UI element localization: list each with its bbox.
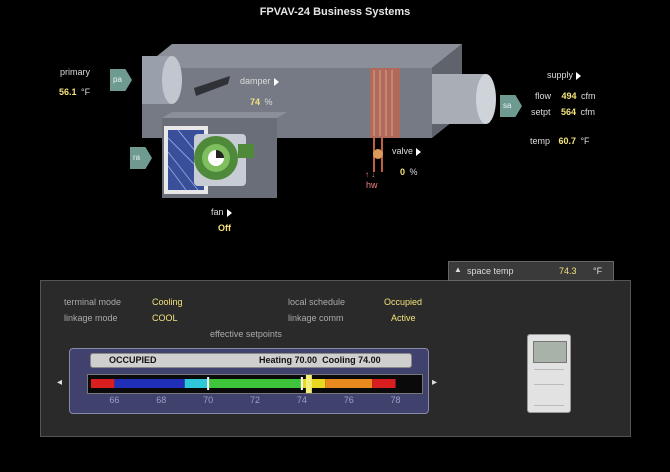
fan-status: Off [218,223,231,233]
vav-box-graphic [142,44,496,198]
flow-unit: cfm [580,91,596,101]
scale-band-3 [208,379,302,388]
supply-temp-value: 60.7 [558,136,576,146]
primary-temp-unit: °F [80,87,91,97]
damper-arrow-icon [273,77,279,86]
scale-right-arrow-icon[interactable]: ▸ [432,377,437,388]
damper-readout: 74 % [250,92,272,110]
scale-tick-78: 78 [390,395,401,405]
supply-temp-label: temp [530,136,551,146]
local-schedule-label: local schedule [288,297,346,307]
valve-arrow-icon [416,147,422,156]
scale-band-0 [91,379,115,388]
heating-value: 70.00 [294,355,318,365]
sa-tag: sa [500,95,522,117]
scale-tick-70: 70 [203,395,214,405]
space-temp-bar: ▲ space temp 74.3 °F [448,261,614,281]
supply-setpt: setpt 564 cfm [531,102,595,120]
heating-setpoint-marker [207,377,210,390]
damper-label: damper [240,76,271,86]
flow-label: flow [535,91,552,101]
occupancy-status: OCCUPIED [109,355,157,365]
thermostat-display [533,341,567,363]
valve-readout: 0 % [400,162,417,180]
fan-link[interactable]: fan [211,207,232,217]
hw-label: hw [366,180,378,190]
scale-left-arrow-icon[interactable]: ◂ [57,377,62,388]
damper-value: 74 [250,97,261,107]
fan-arrow-icon [226,208,232,217]
scale-tick-66: 66 [109,395,120,405]
current-temp-marker [305,375,312,393]
local-schedule-value: Occupied [384,297,423,307]
primary-readout: 56.1 °F [59,82,90,100]
thermostat-image[interactable] [527,334,571,413]
scale-band-2 [184,379,209,388]
linkage-mode-label: linkage mode [64,313,118,323]
supply-temp: temp 60.7 °F [530,131,590,149]
thermostat-buttons-lower [534,389,564,406]
setpt-value: 564 [560,107,576,117]
damper-link[interactable]: damper [240,76,279,86]
supply-label: supply [547,70,574,80]
occupancy-bar: OCCUPIED Heating 70.00 Cooling 74.00 [90,353,412,368]
thermostat-buttons [534,369,564,385]
space-temp-label: space temp [467,266,514,276]
hw-arrows-icon: ↑ ↓ [365,170,376,179]
scale-band-6 [372,379,396,388]
scale-band-4 [301,379,326,388]
scale-tick-68: 68 [156,395,167,405]
effective-setpoints-label: effective setpoints [210,329,282,339]
heating-label: Heating [259,355,293,365]
space-temp-value: 74.3 [559,266,577,276]
setpt-label: setpt [531,107,551,117]
terminal-mode-value: Cooling [152,297,183,307]
cooling-value: 74.00 [358,355,381,365]
temperature-scale-bands [91,375,396,393]
setpoint-summary: Heating 70.00 Cooling 74.00 [259,355,381,365]
scale-band-5 [325,379,373,388]
linkage-mode-value: COOL [152,313,178,323]
valve-unit: % [409,167,418,177]
valve-link[interactable]: valve [392,146,422,156]
primary-temp-value: 56.1 [59,87,77,97]
scale-tick-72: 72 [249,395,260,405]
setpt-unit: cfm [580,107,595,117]
supply-temp-unit: °F [580,136,590,146]
primary-label: primary [60,67,91,77]
valve-value: 0 [400,167,406,177]
scale-band-1 [114,379,185,388]
linkage-comm-value: Active [391,313,416,323]
flow-value: 494 [561,91,577,101]
cooling-setpoint-marker [300,377,303,390]
scale-tick-76: 76 [343,395,354,405]
space-temp-unit: °F [593,266,603,276]
supply-arrow-icon [576,71,582,80]
supply-link[interactable]: supply [547,70,582,80]
linkage-comm-label: linkage comm [288,313,344,323]
scale-tick-74: 74 [296,395,307,405]
space-temp-toggle-icon[interactable]: ▲ [454,265,462,274]
terminal-mode-label: terminal mode [64,297,122,307]
valve-label: valve [392,146,414,156]
cooling-label: Cooling [322,355,356,365]
damper-unit: % [264,97,273,107]
fan-label: fan [211,207,224,217]
temperature-scale [87,374,423,394]
page-title: FPVAV-24 Business Systems [259,6,411,18]
